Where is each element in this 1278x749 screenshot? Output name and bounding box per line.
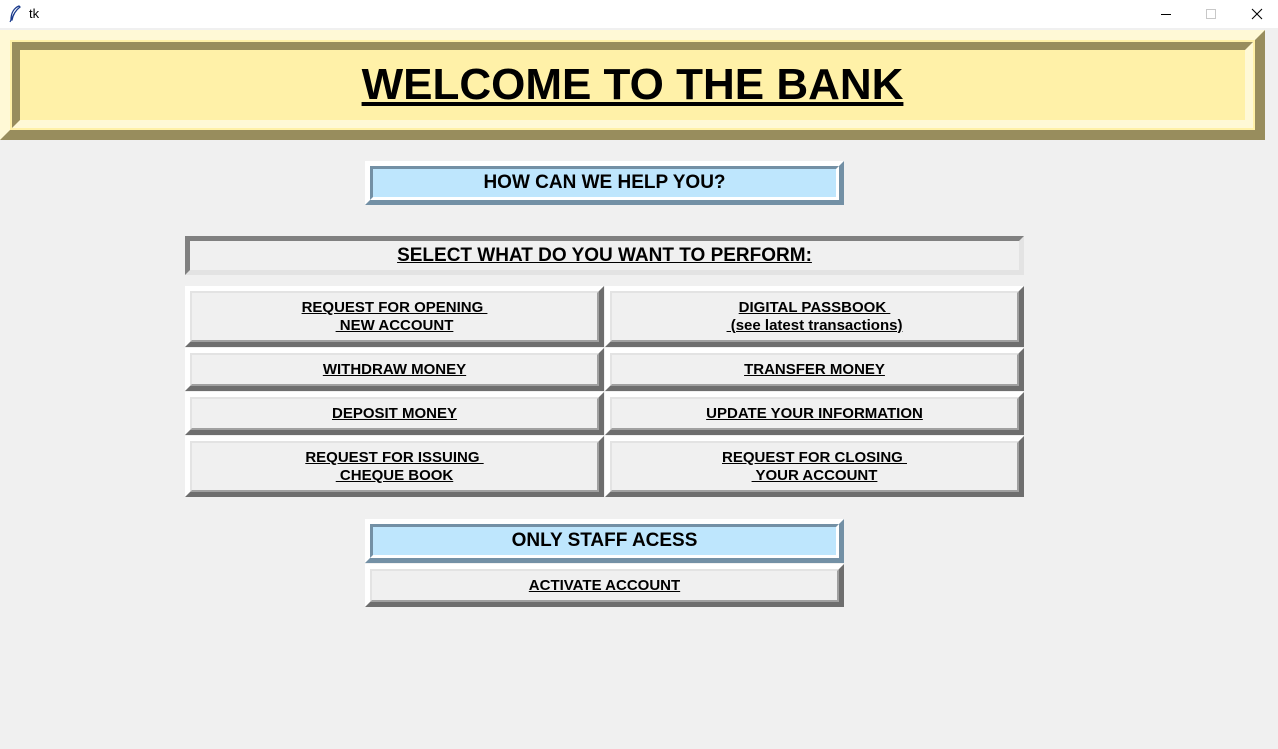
transfer-money-button[interactable]: TRANSFER MONEY xyxy=(605,348,1024,391)
activate-account-button[interactable]: ACTIVATE ACCOUNT xyxy=(365,564,844,607)
feather-icon xyxy=(8,5,22,23)
activate-account-label: ACTIVATE ACCOUNT xyxy=(528,576,681,594)
staff-heading-text: ONLY STAFF ACESS xyxy=(511,530,698,551)
deposit-money-button[interactable]: DEPOSIT MONEY xyxy=(185,392,604,435)
maximize-icon xyxy=(1206,9,1216,19)
help-heading: HOW CAN WE HELP YOU? xyxy=(365,161,844,205)
transfer-money-label: TRANSFER MONEY xyxy=(744,360,885,378)
open-account-label: REQUEST FOR OPENING NEW ACCOUNT xyxy=(301,298,484,334)
minimize-icon xyxy=(1161,14,1171,15)
help-heading-text: HOW CAN WE HELP YOU? xyxy=(483,172,726,193)
withdraw-money-button[interactable]: WITHDRAW MONEY xyxy=(185,348,604,391)
title-bar: tk xyxy=(0,0,1278,28)
window-title: tk xyxy=(29,6,40,21)
open-account-button[interactable]: REQUEST FOR OPENING NEW ACCOUNT xyxy=(185,286,604,347)
minimize-button[interactable] xyxy=(1143,0,1189,28)
cheque-book-label: REQUEST FOR ISSUING CHEQUE BOOK xyxy=(305,448,480,484)
select-heading: SELECT WHAT DO YOU WANT TO PERFORM: xyxy=(185,236,1024,275)
withdraw-money-label: WITHDRAW MONEY xyxy=(322,360,467,378)
digital-passbook-label: DIGITAL PASSBOOK (see latest transaction… xyxy=(730,298,903,334)
cheque-book-button[interactable]: REQUEST FOR ISSUING CHEQUE BOOK xyxy=(185,436,604,497)
welcome-banner: WELCOME TO THE BANK xyxy=(0,30,1265,140)
update-information-label: UPDATE YOUR INFORMATION xyxy=(706,404,923,422)
staff-heading: ONLY STAFF ACESS xyxy=(365,519,844,563)
select-heading-text: SELECT WHAT DO YOU WANT TO PERFORM: xyxy=(397,244,812,266)
close-account-label: REQUEST FOR CLOSING YOUR ACCOUNT xyxy=(721,448,903,484)
banner-title: WELCOME TO THE BANK xyxy=(361,60,904,109)
close-icon xyxy=(1251,8,1263,20)
close-account-button[interactable]: REQUEST FOR CLOSING YOUR ACCOUNT xyxy=(605,436,1024,497)
digital-passbook-button[interactable]: DIGITAL PASSBOOK (see latest transaction… xyxy=(605,286,1024,347)
deposit-money-label: DEPOSIT MONEY xyxy=(331,404,458,422)
maximize-button[interactable] xyxy=(1188,0,1234,28)
update-information-button[interactable]: UPDATE YOUR INFORMATION xyxy=(605,392,1024,435)
close-window-button[interactable] xyxy=(1234,0,1278,28)
